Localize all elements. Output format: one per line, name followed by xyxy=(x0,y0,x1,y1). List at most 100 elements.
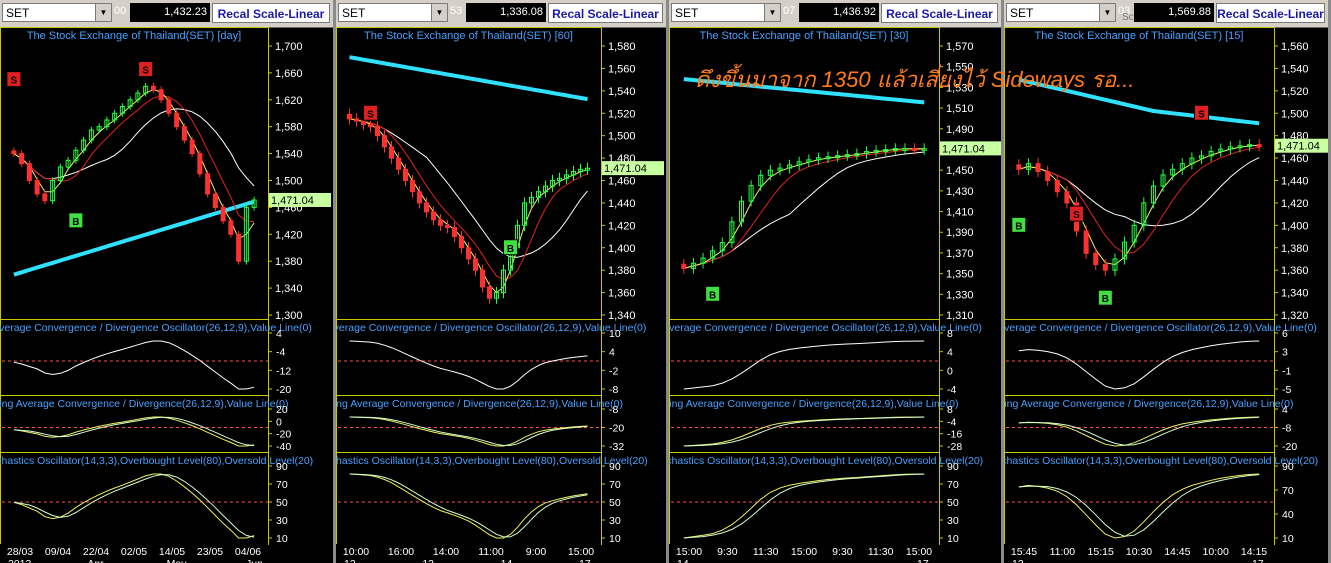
y-tick-label: 10 xyxy=(947,533,959,545)
ma-fast-line xyxy=(1018,144,1260,266)
y-tick-label: -1 xyxy=(1282,365,1291,377)
y-tick-label: 1,570 xyxy=(946,41,974,53)
y-tick-label: 1,580 xyxy=(275,122,303,134)
period-label: Apr xyxy=(87,558,104,563)
y-tick-label: 40 xyxy=(1282,509,1294,521)
y-tick-label: 1,310 xyxy=(946,310,974,322)
period-label: 13 xyxy=(422,558,434,563)
y-tick-label: 1,370 xyxy=(946,248,974,260)
macd2-signal-line xyxy=(683,416,925,447)
symbol-number-fragment: 53 xyxy=(450,5,463,17)
y-tick-label: 1,320 xyxy=(1281,310,1309,322)
y-tick-label: 1,340 xyxy=(1281,288,1309,300)
candle-body xyxy=(150,85,156,91)
macd1-title: Moving Average Convergence / Divergence … xyxy=(669,322,982,334)
price-readout: 1,432.23 xyxy=(130,3,210,22)
symbol-select[interactable]: SET ▼ xyxy=(671,3,781,22)
y-tick-label: 0 xyxy=(947,365,953,377)
time-tick-label: 9:30 xyxy=(832,546,853,558)
y-tick-label: 1,500 xyxy=(608,131,636,143)
chart-toolbar: SET ▼ 00 1,432.23 Recal Scale-Linear xyxy=(0,0,333,28)
signal-marker-label: B xyxy=(1015,221,1022,232)
candle-body xyxy=(1083,230,1089,254)
time-tick-label: 09/04 xyxy=(45,546,71,558)
y-tick-label: 1,380 xyxy=(1281,243,1309,255)
chevron-down-icon[interactable]: ▼ xyxy=(95,4,111,21)
y-tick-label: 4 xyxy=(947,347,953,359)
y-tick-label: -16 xyxy=(947,429,962,441)
y-tick-label: 1,330 xyxy=(946,289,974,301)
y-tick-label: 1,350 xyxy=(946,269,974,281)
pane-frame xyxy=(336,27,602,320)
y-tick-label: -8 xyxy=(609,384,618,396)
y-tick-label: 1,420 xyxy=(1281,198,1309,210)
recal-scale-button[interactable]: Recal Scale-Linear xyxy=(881,3,998,23)
symbol-select[interactable]: SET ▼ xyxy=(1006,3,1116,22)
candle-body xyxy=(487,286,492,299)
time-tick-label: 23/05 xyxy=(197,546,223,558)
chart-title: The Stock Exchange of Thailand(SET) [60] xyxy=(364,30,573,42)
y-tick-label: -4 xyxy=(276,347,285,359)
ma-mid-line xyxy=(1018,146,1260,254)
recal-scale-button[interactable]: Recal Scale-Linear xyxy=(548,3,663,23)
candle-body xyxy=(375,126,380,137)
time-tick-label: 11:30 xyxy=(868,546,894,558)
chevron-down-icon[interactable]: ▼ xyxy=(431,4,447,21)
y-tick-label: 1,400 xyxy=(608,243,636,255)
signal-marker-label: S xyxy=(142,66,149,77)
candle-body xyxy=(438,219,443,226)
y-tick-label: -20 xyxy=(609,423,624,435)
ma-fast-line xyxy=(13,89,255,240)
y-tick-label: 0 xyxy=(276,416,282,428)
recal-scale-button[interactable]: Recal Scale-Linear xyxy=(1216,3,1325,23)
period-label: 17 xyxy=(579,558,591,563)
y-tick-label: -28 xyxy=(947,441,962,453)
y-tick-label: 1,580 xyxy=(608,41,636,53)
macd2-signal-line xyxy=(13,416,255,447)
candle-body xyxy=(205,173,211,195)
candle-body xyxy=(1035,163,1041,173)
candle-body xyxy=(361,120,366,125)
symbol-value: SET xyxy=(675,6,699,20)
signal-marker-label: S xyxy=(367,109,374,120)
candle-body xyxy=(459,236,464,249)
y-tick-label: 70 xyxy=(947,479,959,491)
chart-svg: The Stock Exchange of Thailand(SET) [30]… xyxy=(669,27,1001,563)
period-label: Jun xyxy=(246,558,263,563)
signal-marker-label: B xyxy=(709,290,716,301)
symbol-select[interactable]: SET ▼ xyxy=(2,3,112,22)
symbol-number-fragment: 07 xyxy=(783,5,796,17)
macd2-title: Moving Average Convergence / Divergence(… xyxy=(669,398,958,410)
time-tick-label: 9:30 xyxy=(717,546,738,558)
y-tick-label: 1,410 xyxy=(946,207,974,219)
stoch-line xyxy=(1018,473,1260,539)
candle-body xyxy=(1016,164,1022,170)
macd1-line xyxy=(683,340,925,390)
y-tick-label: 90 xyxy=(1282,461,1294,473)
stoch-signal-line xyxy=(683,473,925,539)
time-tick-label: 11:30 xyxy=(753,546,779,558)
y-tick-label: 1,380 xyxy=(275,256,303,268)
macd1-title: Moving Average Convergence / Divergence … xyxy=(0,322,312,334)
y-tick-label: 10 xyxy=(609,328,621,340)
price-readout: 1,569.88 xyxy=(1134,3,1214,22)
time-tick-label: 15:15 xyxy=(1088,546,1114,558)
y-tick-label: 1,490 xyxy=(946,124,974,136)
y-tick-label: 10 xyxy=(276,533,288,545)
y-tick-label: 70 xyxy=(1282,485,1294,497)
recal-scale-button[interactable]: Recal Scale-Linear xyxy=(212,3,330,23)
macd2-title: Moving Average Convergence / Divergence(… xyxy=(0,398,288,410)
chart-toolbar: SET▼03Scale Type1,569.88Recal Scale-Line… xyxy=(1004,0,1328,28)
candle-body xyxy=(1054,180,1060,193)
y-tick-label: -8 xyxy=(609,404,618,416)
symbol-select[interactable]: SET ▼ xyxy=(338,3,448,22)
y-tick-label: 1,560 xyxy=(608,63,636,75)
y-tick-label: -20 xyxy=(276,384,291,396)
period-label: 14 xyxy=(501,558,513,563)
y-tick-label: -12 xyxy=(276,365,291,377)
chevron-down-icon[interactable]: ▼ xyxy=(764,4,780,21)
macd2-line xyxy=(349,416,588,447)
period-label: 13 xyxy=(1012,558,1024,563)
y-tick-label: 50 xyxy=(609,497,621,509)
chevron-down-icon[interactable]: ▼ xyxy=(1099,4,1115,21)
